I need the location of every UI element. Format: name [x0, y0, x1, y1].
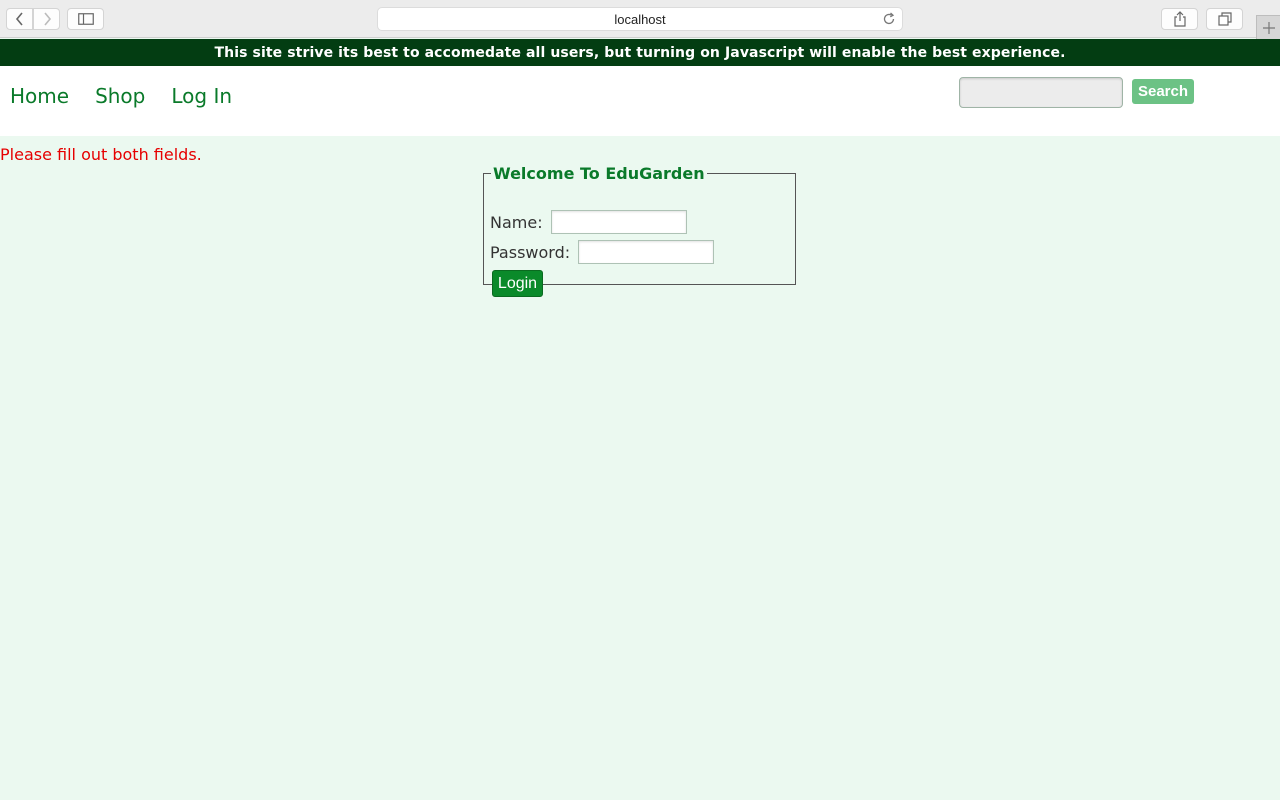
name-row: Name: [490, 210, 687, 234]
main-nav: Home Shop Log In [10, 84, 232, 108]
address-bar[interactable]: localhost [377, 7, 903, 31]
nav-link-log-in[interactable]: Log In [171, 84, 232, 108]
search-button[interactable]: Search [1132, 79, 1194, 104]
error-message: Please fill out both fields. [0, 145, 202, 164]
back-button[interactable] [6, 8, 33, 30]
login-button[interactable]: Login [492, 270, 543, 297]
chevron-right-icon [43, 12, 51, 26]
sidebar-toggle-button[interactable] [67, 8, 104, 30]
share-icon [1173, 11, 1186, 27]
nav-link-home[interactable]: Home [10, 84, 69, 108]
new-tab-button[interactable] [1256, 15, 1280, 39]
tabs-icon [1217, 12, 1232, 26]
password-label: Password: [490, 242, 571, 262]
site-header: Home Shop Log In Search [0, 66, 1280, 136]
login-form: Welcome To EduGarden Name: Password: Log… [483, 164, 796, 297]
chevron-left-icon [15, 12, 23, 26]
url-text: localhost [614, 11, 666, 27]
password-row: Password: [490, 240, 715, 264]
name-field[interactable] [550, 210, 687, 234]
banner-text: This site strive its best to accomedate … [214, 44, 1066, 61]
browser-toolbar: localhost [0, 0, 1280, 39]
plus-icon [1262, 21, 1275, 34]
javascript-notice-banner: This site strive its best to accomedate … [0, 39, 1280, 66]
share-button[interactable] [1161, 8, 1198, 30]
name-label: Name: [490, 212, 543, 232]
search-input[interactable] [959, 77, 1123, 108]
login-form-legend: Welcome To EduGarden [493, 164, 705, 183]
password-field[interactable] [578, 240, 715, 264]
nav-link-shop[interactable]: Shop [95, 84, 145, 108]
reload-icon[interactable] [882, 12, 896, 29]
forward-button[interactable] [33, 8, 60, 30]
tabs-overview-button[interactable] [1206, 8, 1243, 30]
sidebar-icon [77, 13, 94, 25]
